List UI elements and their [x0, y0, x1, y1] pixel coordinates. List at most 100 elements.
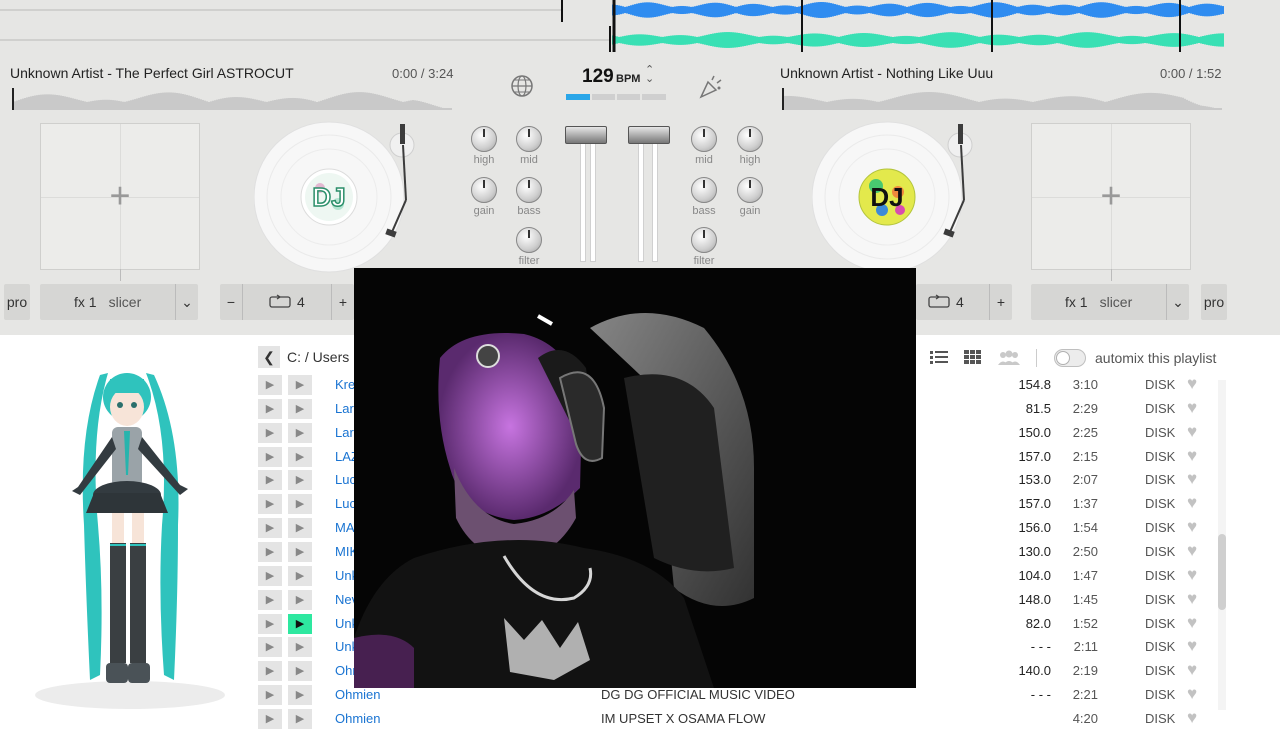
- chevron-down-icon[interactable]: ⌄: [1166, 284, 1189, 320]
- knob-right-gain[interactable]: gain: [730, 177, 770, 217]
- loop-plus-button[interactable]: +: [989, 284, 1012, 320]
- heart-icon[interactable]: ♥: [1187, 684, 1197, 704]
- bpm-stepper-icon[interactable]: ⌃ ⌄: [645, 65, 654, 85]
- track-title[interactable]: Lar: [335, 425, 354, 440]
- deck-right-overview-waveform[interactable]: [782, 88, 1222, 110]
- loop-plus-button[interactable]: +: [331, 284, 354, 320]
- heart-icon[interactable]: ♥: [1187, 422, 1197, 442]
- preview-right-button[interactable]: ▶: [288, 685, 312, 706]
- heart-icon[interactable]: ♥: [1187, 708, 1197, 728]
- knob-right-bass-dial[interactable]: [691, 177, 717, 203]
- heart-icon[interactable]: ♥: [1187, 517, 1197, 537]
- heart-icon[interactable]: ♥: [1187, 589, 1197, 609]
- preview-left-button[interactable]: ▶: [258, 708, 282, 729]
- track-title[interactable]: Luc: [335, 472, 356, 487]
- knob-right-gain-dial[interactable]: [737, 177, 763, 203]
- track-title[interactable]: Lar: [335, 401, 354, 416]
- heart-icon[interactable]: ♥: [1187, 565, 1197, 585]
- preview-right-button[interactable]: ▶: [288, 589, 312, 610]
- main-waveforms[interactable]: [0, 0, 1280, 58]
- deck-left-overview-waveform[interactable]: [12, 88, 452, 110]
- preview-left-button[interactable]: ▶: [258, 446, 282, 467]
- track-title[interactable]: MA: [335, 520, 355, 535]
- grid-view-icon[interactable]: [964, 350, 982, 366]
- knob-left-filter-dial[interactable]: [516, 227, 542, 253]
- preview-left-button[interactable]: ▶: [258, 565, 282, 586]
- users-icon[interactable]: [997, 349, 1021, 367]
- heart-icon[interactable]: ♥: [1187, 613, 1197, 633]
- preview-right-button[interactable]: ▶: [288, 708, 312, 729]
- preview-left-button[interactable]: ▶: [258, 375, 282, 395]
- back-button[interactable]: ❮: [258, 346, 280, 368]
- track-title[interactable]: Ohmien: [335, 687, 381, 702]
- loop-minus-button[interactable]: −: [220, 284, 243, 320]
- deck-left-loop-control[interactable]: − 4 +: [220, 284, 354, 320]
- knob-right-bass[interactable]: bass: [684, 177, 724, 217]
- knob-right-high-dial[interactable]: [737, 126, 763, 152]
- knob-right-high[interactable]: high: [730, 126, 770, 166]
- preview-right-button[interactable]: ▶: [288, 446, 312, 467]
- preview-right-button[interactable]: ▶: [288, 541, 312, 562]
- knob-left-filter[interactable]: filter: [509, 227, 549, 267]
- knob-right-filter[interactable]: filter: [684, 227, 724, 267]
- heart-icon[interactable]: ♥: [1187, 636, 1197, 656]
- track-title[interactable]: Ohmien: [335, 711, 381, 726]
- knob-left-gain-dial[interactable]: [471, 177, 497, 203]
- knob-left-bass[interactable]: bass: [509, 177, 549, 217]
- preview-right-button[interactable]: ▶: [288, 565, 312, 586]
- preview-left-button[interactable]: ▶: [258, 494, 282, 515]
- preview-left-button[interactable]: ▶: [258, 661, 282, 682]
- preview-left-button[interactable]: ▶: [258, 422, 282, 443]
- breadcrumb[interactable]: C: / Users: [287, 349, 349, 365]
- heart-icon[interactable]: ♥: [1187, 660, 1197, 680]
- sync-globe-icon[interactable]: [508, 72, 536, 100]
- preview-right-button[interactable]: ▶: [288, 470, 312, 491]
- preview-left-button[interactable]: ▶: [258, 470, 282, 491]
- knob-left-high[interactable]: high: [464, 126, 504, 166]
- preview-right-button[interactable]: ▶: [288, 637, 312, 658]
- deck-right-pad[interactable]: +: [1031, 123, 1191, 270]
- preview-left-button[interactable]: ▶: [258, 518, 282, 539]
- deck-left-turntable[interactable]: DJ: [254, 120, 424, 275]
- heart-icon[interactable]: ♥: [1187, 469, 1197, 489]
- heart-icon[interactable]: ♥: [1187, 541, 1197, 561]
- deck-left-pad[interactable]: +: [40, 123, 200, 270]
- scrollbar-thumb[interactable]: [1218, 534, 1226, 610]
- deck-right-fx-select[interactable]: fx 1 slicer ⌄: [1031, 284, 1189, 320]
- knob-left-mid[interactable]: mid: [509, 126, 549, 166]
- preview-right-button[interactable]: ▶: [288, 422, 312, 443]
- preview-left-button[interactable]: ▶: [258, 541, 282, 562]
- track-title[interactable]: Luc: [335, 496, 356, 511]
- heart-icon[interactable]: ♥: [1187, 446, 1197, 466]
- deck-right-pro-button[interactable]: pro: [1201, 284, 1227, 320]
- knob-left-gain[interactable]: gain: [464, 177, 504, 217]
- preview-left-button[interactable]: ▶: [258, 589, 282, 610]
- preview-right-button[interactable]: ▶: [288, 494, 312, 515]
- knob-right-mid-dial[interactable]: [691, 126, 717, 152]
- party-popper-icon[interactable]: [698, 74, 724, 100]
- chevron-down-icon[interactable]: ⌄: [175, 284, 198, 320]
- deck-right-loop-control[interactable]: 4 +: [916, 284, 1012, 320]
- automix-toggle[interactable]: [1054, 349, 1086, 367]
- preview-left-button[interactable]: ▶: [258, 685, 282, 706]
- list-view-icon[interactable]: [930, 350, 948, 366]
- track-title[interactable]: Kre: [335, 377, 355, 392]
- preview-right-button[interactable]: ▶: [288, 518, 312, 539]
- preview-left-button[interactable]: ▶: [258, 613, 282, 634]
- deck-left-volume-fader[interactable]: [565, 126, 607, 144]
- deck-right-turntable[interactable]: DJ: [812, 120, 982, 275]
- knob-left-bass-dial[interactable]: [516, 177, 542, 203]
- deck-right-volume-fader[interactable]: [628, 126, 670, 144]
- knob-left-high-dial[interactable]: [471, 126, 497, 152]
- preview-right-button[interactable]: ▶: [288, 661, 312, 682]
- preview-right-button[interactable]: ▶: [288, 375, 312, 395]
- preview-left-button[interactable]: ▶: [258, 398, 282, 419]
- preview-left-button[interactable]: ▶: [258, 637, 282, 658]
- preview-right-button[interactable]: ▶: [288, 613, 312, 634]
- heart-icon[interactable]: ♥: [1187, 398, 1197, 418]
- heart-icon[interactable]: ♥: [1187, 493, 1197, 513]
- knob-right-mid[interactable]: mid: [684, 126, 724, 166]
- knob-right-filter-dial[interactable]: [691, 227, 717, 253]
- heart-icon[interactable]: ♥: [1187, 374, 1197, 394]
- preview-right-button[interactable]: ▶: [288, 398, 312, 419]
